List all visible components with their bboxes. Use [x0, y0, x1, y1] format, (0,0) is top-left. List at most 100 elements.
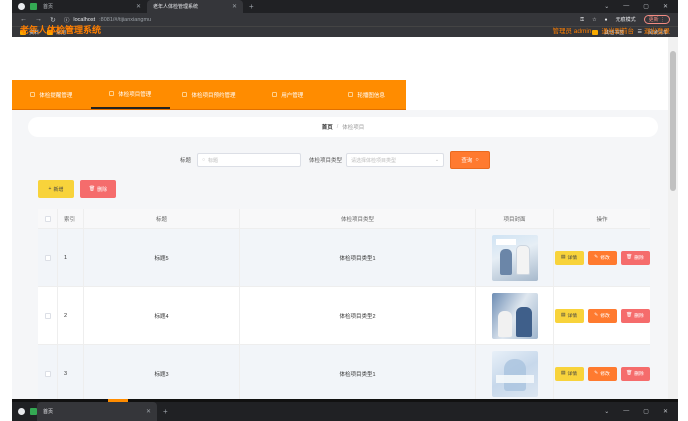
edit-label: 修改 — [600, 314, 610, 319]
restore-icon[interactable]: ▢ — [643, 408, 649, 415]
new-tab-button[interactable]: + — [243, 2, 260, 11]
minimize-icon[interactable]: — — [623, 408, 629, 415]
back-to-front-link[interactable]: 退出到前台 — [602, 25, 635, 35]
nav-item-carousel[interactable]: 轮播图信息 — [327, 80, 406, 109]
incognito-icon[interactable]: ● — [605, 17, 608, 23]
row-ops: ▤ 详情 ✎ 修改 🗑 删除 — [554, 287, 650, 344]
cover-image[interactable] — [491, 292, 538, 339]
cover-image[interactable] — [491, 350, 538, 397]
delete-button[interactable]: 🗑 删除 — [620, 250, 650, 265]
doc-icon: ▤ — [560, 371, 566, 376]
row-index: 1 — [58, 229, 84, 286]
nav-item-label: 体检提醒管理 — [39, 92, 73, 99]
star-icon[interactable]: ☆ — [592, 17, 596, 23]
close-window-icon[interactable]: ✕ — [663, 3, 668, 10]
row-index: 3 — [58, 345, 84, 399]
bulk-delete-button[interactable]: 🗑 删除 — [80, 180, 116, 198]
title-placeholder: 标题 — [208, 157, 219, 164]
close-window-icon[interactable]: ✕ — [663, 408, 668, 415]
menu-icon — [30, 92, 36, 97]
chevron-down-icon[interactable]: ⌄ — [604, 408, 609, 415]
app-icon[interactable] — [30, 3, 37, 10]
window-controls: ⌄ — ▢ ✕ — [604, 408, 678, 415]
chrome-icon[interactable] — [18, 3, 25, 10]
minimize-icon[interactable]: — — [623, 3, 629, 10]
select-all-checkbox[interactable] — [44, 215, 51, 222]
trash-icon: 🗑 — [626, 371, 633, 376]
row-checkbox-cell — [38, 229, 58, 286]
edit-button[interactable]: ✎ 修改 — [587, 308, 617, 323]
title-input[interactable]: ○ 标题 — [197, 153, 302, 167]
row-type: 体检项目类型1 — [240, 345, 476, 399]
admin-label: 管理员 admin — [552, 28, 592, 35]
row-title: 标题4 — [84, 287, 240, 344]
browser-tab-home[interactable]: 首页 ✕ — [37, 0, 147, 13]
breadcrumb-home[interactable]: 首页 — [322, 123, 333, 131]
edit-label: 修改 — [600, 372, 610, 377]
update-button[interactable]: 更新 ⋮ — [643, 15, 670, 24]
row-checkbox-cell — [38, 287, 58, 344]
edit-button[interactable]: ✎ 修改 — [587, 366, 617, 381]
close-icon[interactable]: ✕ — [146, 408, 151, 415]
search-button[interactable]: 查询 ○ — [450, 151, 491, 169]
nav-item-users[interactable]: 用户管理 — [248, 80, 327, 109]
scrollbar-thumb[interactable] — [670, 51, 676, 191]
detail-button[interactable]: ▤ 详情 — [554, 250, 584, 265]
bottom-tab-home[interactable]: 首页 ✕ — [37, 402, 157, 421]
menu-icon — [182, 92, 188, 97]
page-scrollbar[interactable] — [668, 37, 678, 399]
new-tab-button[interactable]: + — [157, 407, 174, 416]
row-type: 体检项目类型1 — [240, 229, 476, 286]
row-checkbox[interactable] — [44, 254, 51, 261]
trash-icon: 🗑 — [626, 255, 633, 260]
table-row: 1 标题5 体检项目类型1 ▤ 详情 ✎ 修改 🗑 删除 — [38, 229, 650, 287]
search-icon: ○ — [202, 157, 206, 163]
breadcrumb-separator: / — [336, 124, 339, 130]
detail-button[interactable]: ▤ 详情 — [554, 366, 584, 381]
row-type: 体检项目类型2 — [240, 287, 476, 344]
tab-label-system: 老年人体检管理系统 — [153, 4, 199, 10]
add-button[interactable]: + 新增 — [38, 180, 74, 198]
bottom-tab-label: 首页 — [43, 409, 54, 415]
close-icon[interactable]: ✕ — [232, 3, 237, 10]
header-checkbox-cell — [38, 209, 58, 228]
doc-icon: ▤ — [560, 255, 566, 260]
chrome-icon[interactable] — [18, 408, 25, 415]
search-form: 标题 ○ 标题 体检项目类型 请选择体检项目类型 ⌄ 查询 ○ — [28, 150, 658, 170]
edit-button[interactable]: ✎ 修改 — [587, 250, 617, 265]
table-row: 3 标题3 体检项目类型1 ▤ 详情 ✎ 修改 🗑 删除 — [38, 345, 650, 399]
delete-button[interactable]: 🗑 删除 — [620, 308, 650, 323]
type-label: 体检项目类型 — [309, 158, 343, 164]
detail-label: 详情 — [567, 256, 578, 261]
nav-item-appointment[interactable]: 体检项目预约管理 — [170, 80, 249, 109]
header-title: 标题 — [84, 209, 240, 228]
url-path: :8081/#/tijianxiangmu — [99, 16, 152, 23]
user-icon — [272, 92, 278, 97]
row-cover-cell — [476, 229, 554, 286]
row-ops: ▤ 详情 ✎ 修改 🗑 删除 — [554, 229, 650, 286]
detail-label: 详情 — [567, 372, 578, 377]
close-icon[interactable]: ✕ — [136, 3, 141, 10]
delete-button[interactable]: 🗑 删除 — [620, 366, 650, 381]
nav-item-project[interactable]: 体检项目管理 — [90, 80, 170, 109]
nav-item-reminder[interactable]: 体检提醒管理 — [12, 80, 91, 109]
type-select[interactable]: 请选择体检项目类型 ⌄ — [346, 153, 445, 167]
image-icon — [348, 92, 354, 97]
detail-button[interactable]: ▤ 详情 — [554, 308, 584, 323]
window-controls: ⌄ — ▢ ✕ — [604, 3, 678, 10]
nav-item-label: 体检项目预约管理 — [191, 92, 236, 99]
key-icon[interactable]: ⚿ — [580, 17, 584, 23]
url-host: localhost — [73, 16, 96, 23]
bottom-tab-icons — [12, 402, 37, 421]
app-icon[interactable] — [30, 408, 37, 415]
cover-image[interactable] — [491, 234, 538, 281]
row-checkbox[interactable] — [44, 370, 51, 377]
row-title: 标题5 — [84, 229, 240, 286]
row-checkbox[interactable] — [44, 312, 51, 319]
header-cover: 项目封面 — [476, 209, 554, 228]
project-table: 索引 标题 体检项目类型 项目封面 操作 1 标题5 体检项目类型1 ▤ 详情 ✎… — [38, 209, 650, 399]
logout-link[interactable]: 退出登录 — [644, 25, 670, 35]
restore-icon[interactable]: ▢ — [643, 3, 649, 10]
browser-tab-system[interactable]: 老年人体检管理系统 ✕ — [147, 0, 243, 13]
chevron-down-icon[interactable]: ⌄ — [604, 3, 609, 10]
